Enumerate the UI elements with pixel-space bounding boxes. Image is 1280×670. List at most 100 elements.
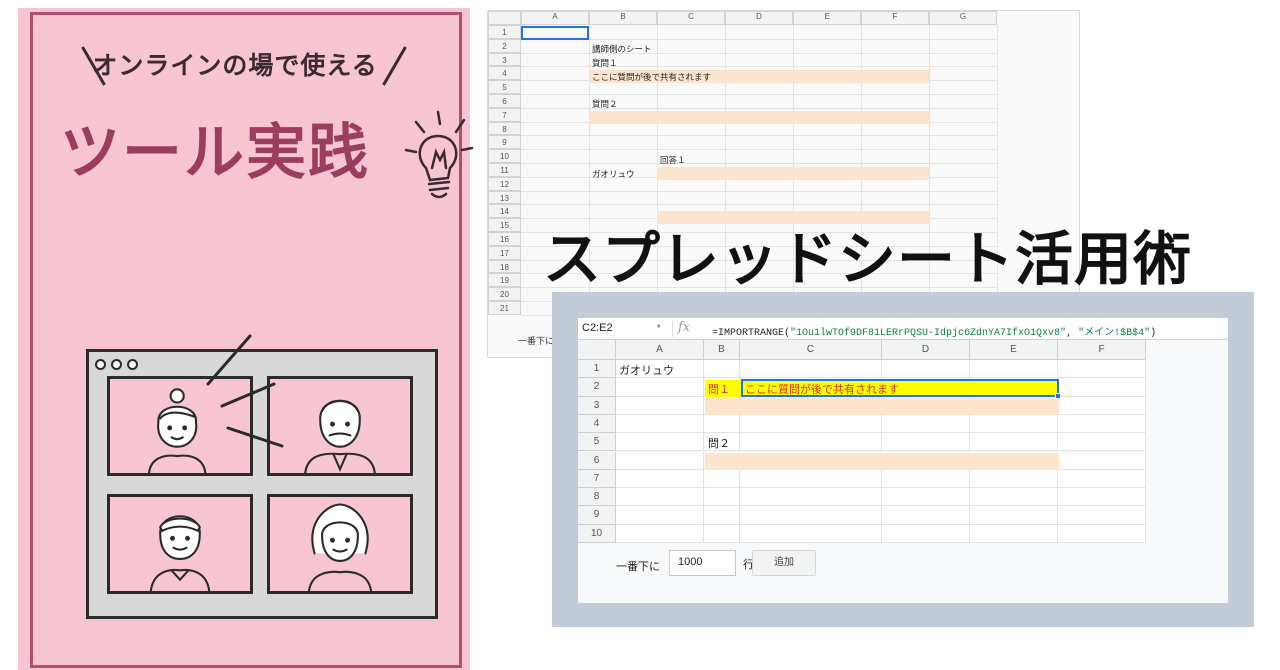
row-header[interactable]: 14: [488, 204, 521, 219]
fill-handle[interactable]: [1055, 393, 1061, 399]
cell[interactable]: [882, 360, 970, 379]
cell[interactable]: [882, 469, 970, 489]
row-header[interactable]: 11: [488, 163, 521, 177]
cell[interactable]: [616, 414, 704, 434]
row-header[interactable]: 6: [578, 451, 616, 470]
row-header[interactable]: 4: [488, 66, 521, 81]
column-header[interactable]: E: [793, 11, 861, 25]
column-header[interactable]: D: [882, 340, 970, 360]
cell[interactable]: [1058, 433, 1146, 452]
cell[interactable]: [740, 488, 882, 507]
row-header[interactable]: 1: [578, 360, 616, 379]
cell-b6[interactable]: 質問２: [592, 98, 618, 110]
cell[interactable]: [740, 469, 882, 489]
cell[interactable]: [1058, 506, 1146, 525]
name-box[interactable]: C2:E2: [582, 322, 613, 334]
row-header[interactable]: 4: [578, 414, 616, 434]
row-header[interactable]: 21: [488, 301, 521, 315]
row-header[interactable]: 12: [488, 176, 521, 191]
column-header[interactable]: F: [1058, 340, 1146, 360]
row-header[interactable]: 7: [578, 469, 616, 489]
cell[interactable]: [970, 488, 1058, 507]
row-header[interactable]: 13: [488, 190, 521, 205]
cell[interactable]: [1058, 524, 1146, 543]
row-header[interactable]: 18: [488, 259, 521, 274]
cell[interactable]: [616, 506, 704, 525]
row-header[interactable]: 2: [578, 378, 616, 397]
row-header[interactable]: 1: [488, 25, 521, 39]
cell[interactable]: [740, 524, 882, 543]
cell-c2[interactable]: ここに質問が後で共有されます: [745, 381, 899, 397]
row-header[interactable]: 9: [578, 506, 616, 525]
chevron-down-icon[interactable]: ▾: [656, 322, 661, 332]
rows-count-input[interactable]: 1000: [669, 550, 736, 576]
formula-input[interactable]: =IMPORTRANGE("1Ou1lwTOf9DF81LERrPQSU-Idp…: [712, 323, 1156, 339]
row-header[interactable]: 5: [488, 80, 521, 94]
row-header[interactable]: 19: [488, 273, 521, 288]
row-header[interactable]: 7: [488, 107, 521, 122]
cell[interactable]: [704, 524, 740, 543]
cell-b2[interactable]: 講師側のシート: [592, 43, 652, 55]
row-header[interactable]: 15: [488, 218, 521, 232]
column-header[interactable]: C: [740, 340, 882, 360]
row-header[interactable]: 8: [488, 121, 521, 136]
active-cell-a1[interactable]: [521, 26, 589, 40]
corner-cell[interactable]: [578, 340, 616, 360]
cell[interactable]: [704, 469, 740, 489]
cell[interactable]: [740, 433, 882, 452]
cell[interactable]: [970, 524, 1058, 543]
cell[interactable]: [740, 414, 882, 434]
row-header[interactable]: 8: [578, 488, 616, 507]
cell[interactable]: [616, 378, 704, 397]
column-header[interactable]: C: [657, 11, 725, 25]
cell[interactable]: [704, 414, 740, 434]
add-rows-button[interactable]: 追加: [752, 550, 816, 576]
cell[interactable]: [616, 488, 704, 507]
cell[interactable]: [1058, 451, 1146, 470]
column-header[interactable]: A: [521, 11, 589, 25]
column-header[interactable]: F: [861, 11, 929, 25]
cell[interactable]: [970, 414, 1058, 434]
cell-a1[interactable]: ガオリュウ: [619, 362, 674, 378]
cell[interactable]: [616, 433, 704, 452]
cell-b4[interactable]: ここに質問が後で共有されます: [592, 71, 711, 83]
cell[interactable]: [1058, 414, 1146, 434]
row-header[interactable]: 20: [488, 287, 521, 301]
cell-b3[interactable]: 質問１: [592, 57, 618, 69]
row-header[interactable]: 10: [488, 149, 521, 163]
cell-b11[interactable]: ガオリュウ: [592, 168, 635, 180]
cell[interactable]: [740, 360, 882, 379]
cell[interactable]: [704, 360, 740, 379]
cell[interactable]: [882, 414, 970, 434]
cell[interactable]: [970, 433, 1058, 452]
column-header[interactable]: A: [616, 340, 704, 360]
cell[interactable]: [740, 506, 882, 525]
column-header[interactable]: E: [970, 340, 1058, 360]
row-header[interactable]: 10: [578, 524, 616, 543]
cell[interactable]: [1058, 396, 1146, 415]
cell[interactable]: [970, 469, 1058, 489]
cell[interactable]: [1058, 378, 1146, 397]
column-header[interactable]: B: [589, 11, 657, 25]
cell-b5[interactable]: 問２: [708, 435, 730, 451]
row-header[interactable]: 16: [488, 232, 521, 246]
row-header[interactable]: 17: [488, 245, 521, 260]
cell[interactable]: [616, 469, 704, 489]
cell[interactable]: [1058, 488, 1146, 507]
row-header[interactable]: 5: [578, 433, 616, 452]
cell-b2[interactable]: 問１: [708, 381, 730, 397]
row-header[interactable]: 3: [488, 52, 521, 67]
cell[interactable]: [970, 506, 1058, 525]
cell[interactable]: [1058, 469, 1146, 489]
column-header[interactable]: G: [929, 11, 997, 25]
row-header[interactable]: 2: [488, 38, 521, 53]
cell[interactable]: [970, 360, 1058, 379]
cell[interactable]: [882, 488, 970, 507]
cell[interactable]: [616, 451, 704, 470]
cell[interactable]: [882, 524, 970, 543]
column-header[interactable]: B: [704, 340, 740, 360]
cell[interactable]: [1058, 360, 1146, 379]
row-header[interactable]: 9: [488, 135, 521, 150]
cell[interactable]: [882, 433, 970, 452]
row-header[interactable]: 6: [488, 94, 521, 108]
